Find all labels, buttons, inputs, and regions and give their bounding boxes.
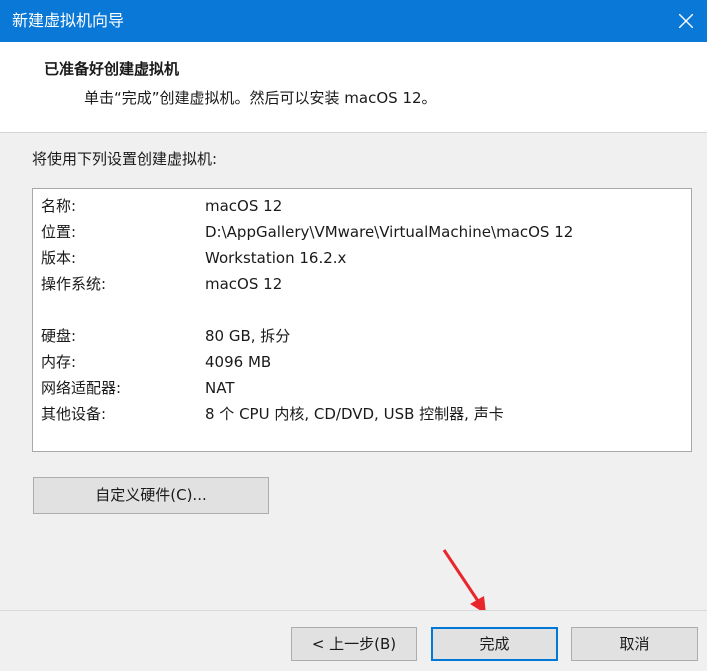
setting-key: 其他设备: (41, 405, 107, 423)
back-button[interactable]: < 上一步(B) (291, 627, 417, 661)
setting-key: 内存: (41, 353, 77, 371)
setting-key: 网络适配器: (41, 379, 122, 397)
setting-key: 名称: (41, 197, 77, 215)
new-vm-wizard-window: 新建虚拟机向导 已准备好创建虚拟机 单击“完成”创建虚拟机。然后可以安装 mac… (0, 0, 707, 671)
wizard-footer: < 上一步(B) 完成 取消 (0, 610, 707, 671)
wizard-header: 已准备好创建虚拟机 单击“完成”创建虚拟机。然后可以安装 macOS 12。 (0, 42, 707, 133)
setting-value: 4096 MB (205, 353, 272, 371)
customize-hardware-button[interactable]: 自定义硬件(C)... (33, 477, 269, 514)
settings-summary-box: 名称: macOS 12 位置: D:\AppGallery\VMware\Vi… (32, 188, 692, 452)
title-bar[interactable]: 新建虚拟机向导 (0, 0, 707, 42)
window-title: 新建虚拟机向导 (12, 11, 125, 30)
setting-key: 版本: (41, 249, 77, 267)
intro-text: 将使用下列设置创建虚拟机: (32, 150, 218, 168)
setting-value: Workstation 16.2.x (205, 249, 347, 267)
finish-button[interactable]: 完成 (431, 627, 558, 661)
cancel-button[interactable]: 取消 (571, 627, 698, 661)
setting-value: macOS 12 (205, 197, 283, 215)
close-button[interactable] (665, 0, 707, 42)
annotation-arrow-icon (442, 549, 486, 614)
setting-value: 80 GB, 拆分 (205, 327, 291, 345)
setting-value: 8 个 CPU 内核, CD/DVD, USB 控制器, 声卡 (205, 405, 504, 423)
setting-key: 硬盘: (41, 327, 77, 345)
setting-value: macOS 12 (205, 275, 283, 293)
setting-key: 位置: (41, 223, 77, 241)
setting-value: NAT (205, 379, 235, 397)
setting-value: D:\AppGallery\VMware\VirtualMachine\macO… (205, 223, 574, 241)
header-subtitle: 单击“完成”创建虚拟机。然后可以安装 macOS 12。 (84, 89, 437, 107)
close-icon (679, 14, 693, 28)
setting-key: 操作系统: (41, 275, 107, 293)
header-title: 已准备好创建虚拟机 (44, 60, 180, 78)
